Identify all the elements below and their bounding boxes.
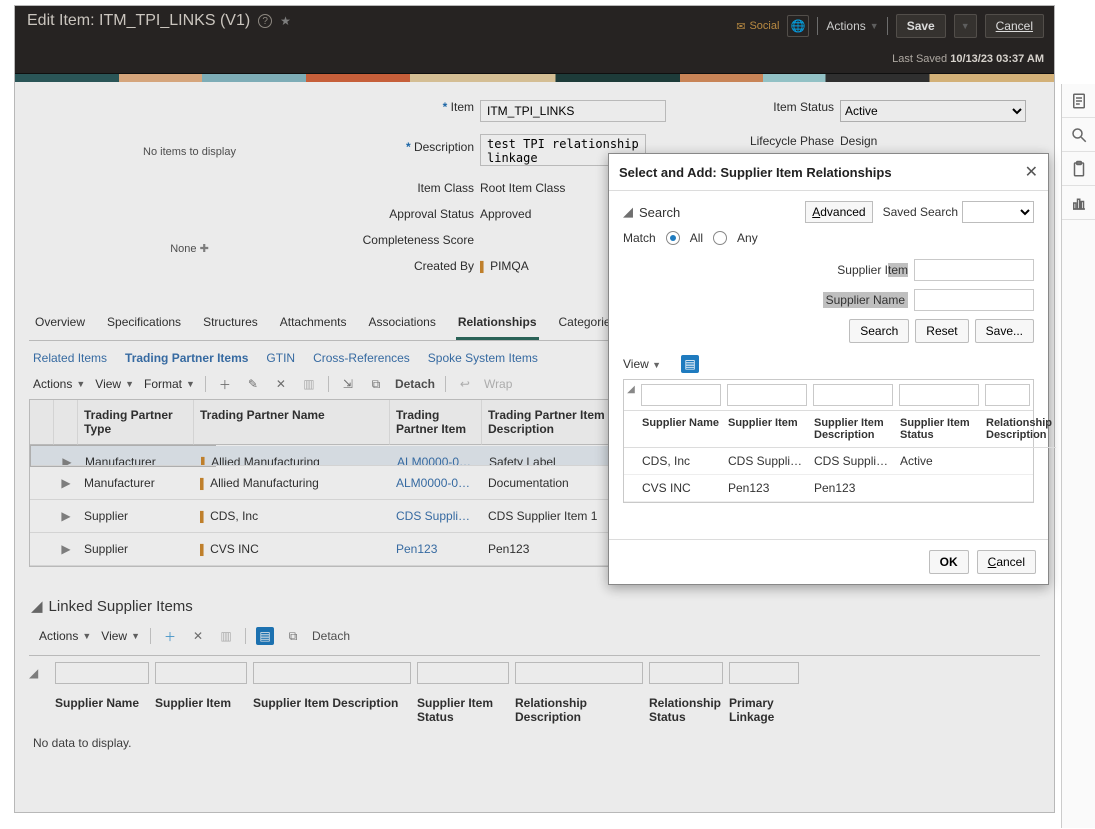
cell-name: CDS, Inc [638,448,724,475]
filter-input[interactable] [813,384,893,406]
dialog-cancel-button[interactable]: Cancel [977,550,1036,574]
reset-button[interactable]: Reset [915,319,968,343]
rail-search-icon[interactable] [1062,118,1095,152]
cell-status: Active [896,448,982,475]
column-header[interactable]: Supplier Item Status [896,411,982,448]
column-header[interactable]: Supplier Name [638,411,724,448]
cell-item: Pen123 [724,475,810,502]
match-any-radio[interactable] [713,231,727,245]
supplier-item-label: Supplier Item [837,263,908,277]
table-row[interactable]: CVS INCPen123Pen123 [624,475,1033,502]
match-label: Match [623,231,656,245]
rail-chart-icon[interactable] [1062,186,1095,220]
cell-status [896,475,982,502]
supplier-name-label: Supplier Name [823,292,908,308]
cell-desc: CDS Supplier It… [810,448,896,475]
cell-name: CVS INC [638,475,724,502]
close-icon[interactable]: ✕ [1025,162,1038,182]
match-all-label: All [690,231,703,245]
filter-input[interactable] [899,384,979,406]
saved-search-label: Saved Search [883,205,958,219]
match-all-radio[interactable] [666,231,680,245]
cell-desc: Pen123 [810,475,896,502]
table-row[interactable]: CDS, IncCDS Supplier It…CDS Supplier It…… [624,448,1033,475]
rail-clipboard-icon[interactable] [1062,152,1095,186]
view-menu[interactable]: View ▼ [623,357,661,371]
search-button[interactable]: Search [849,319,909,343]
column-header[interactable]: Supplier Item Description [810,411,896,448]
filter-input[interactable] [985,384,1030,406]
ok-button[interactable]: OK [929,550,969,574]
saved-search-select[interactable] [962,201,1034,223]
filter-input[interactable] [641,384,721,406]
qbe-icon[interactable]: ▤ [681,355,699,373]
save-search-button[interactable]: Save... [975,319,1034,343]
cell-item: CDS Supplier It… [724,448,810,475]
select-add-dialog: Select and Add: Supplier Item Relationsh… [608,153,1049,585]
supplier-item-input[interactable] [914,259,1034,281]
disclosure-icon[interactable]: ◢ [623,204,633,220]
dialog-title: Select and Add: Supplier Item Relationsh… [619,165,892,180]
rail-doc-icon[interactable] [1062,84,1095,118]
advanced-button[interactable]: Advanced [805,201,872,223]
supplier-name-input[interactable] [914,289,1034,311]
match-any-label: Any [737,231,758,245]
search-heading: Search [639,205,680,220]
filter-input[interactable] [727,384,807,406]
right-rail [1061,84,1095,828]
column-header[interactable]: Relationship Description [982,411,1056,448]
chevron-down-icon: ▼ [652,360,661,370]
dialog-results-grid: ◢ Supplier Name Supplier Item Supplier I… [623,379,1034,503]
column-header[interactable]: Supplier Item [724,411,810,448]
qbe-toggle-icon[interactable]: ◢ [624,380,638,411]
